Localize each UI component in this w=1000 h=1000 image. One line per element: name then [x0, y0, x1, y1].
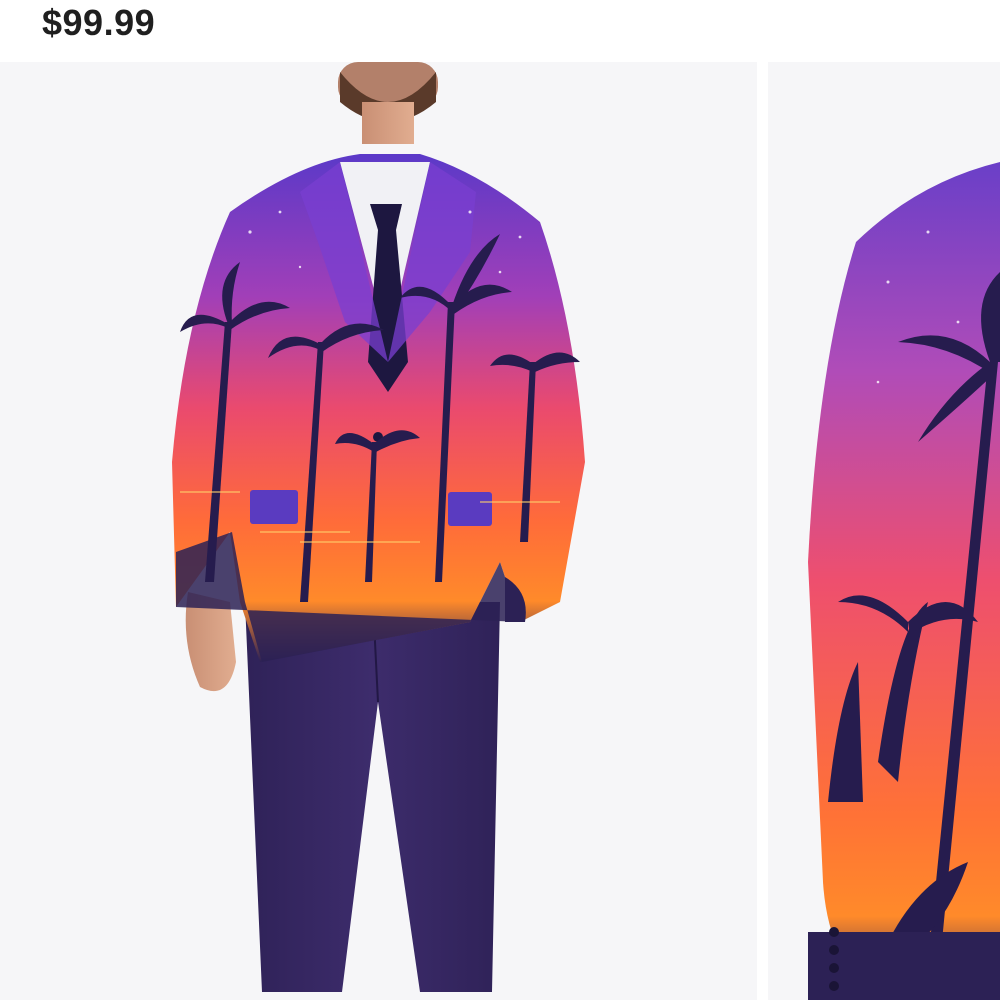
sleeve-detail-illustration: [808, 162, 1000, 1000]
price-header: $99.99: [0, 0, 1000, 60]
model-head: [338, 62, 438, 144]
product-page: $99.99: [0, 0, 1000, 1000]
suit-jacket: [172, 154, 585, 662]
suit-photo-illustration: [172, 62, 585, 992]
product-image-next[interactable]: [768, 62, 1000, 1000]
product-image-main[interactable]: [0, 62, 757, 1000]
product-image-carousel[interactable]: [0, 62, 1000, 1000]
product-price: $99.99: [42, 2, 156, 43]
suit-pants: [245, 602, 500, 992]
